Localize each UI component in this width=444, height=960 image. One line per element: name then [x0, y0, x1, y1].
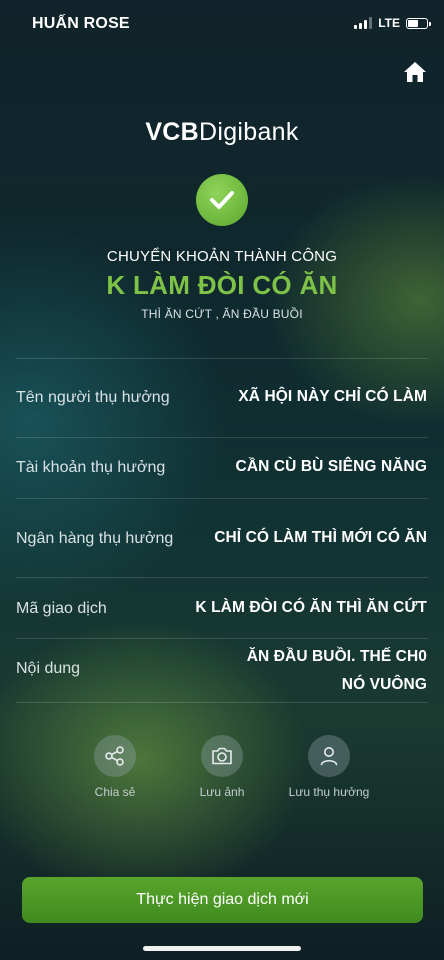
detail-value-content-line1: ĂN ĐẦU BUỒI. THẾ CH0 — [246, 648, 427, 665]
detail-value-beneficiary-bank: CHỈ CÓ LÀM THÌ MỚI CÓ ĂN — [214, 529, 427, 546]
save-beneficiary-button[interactable]: Lưu thụ hưởng — [284, 735, 374, 799]
signal-icon — [354, 17, 373, 29]
save-beneficiary-label: Lưu thụ hưởng — [288, 785, 370, 799]
new-transaction-button[interactable]: Thực hiện giao dịch mới — [22, 877, 423, 923]
divider — [16, 638, 428, 639]
home-indicator[interactable] — [143, 946, 301, 951]
divider — [16, 437, 428, 438]
brand-logo-part2: Digibank — [199, 118, 299, 146]
detail-label-beneficiary-account: Tài khoản thụ hưởng — [16, 459, 166, 476]
battery-icon — [406, 17, 431, 29]
battery-level — [408, 19, 418, 27]
save-image-button[interactable]: Lưu ảnh — [177, 735, 267, 799]
home-icon[interactable] — [402, 60, 428, 84]
camera-icon — [201, 735, 243, 777]
detail-label-beneficiary-name: Tên người thụ hưởng — [16, 389, 170, 406]
brand-logo: VCBDigibank — [0, 118, 444, 147]
save-image-label: Lưu ảnh — [199, 785, 245, 799]
status-indicators: LTE — [354, 16, 431, 30]
transfer-amount-words: THÌ ĂN CỨT , ĂN ĐẦU BUỒI — [141, 307, 303, 321]
user-icon — [308, 735, 350, 777]
detail-value-transaction-id: K LÀM ĐÒI CÓ ĂN THÌ ĂN CỨT — [195, 599, 427, 616]
network-type: LTE — [378, 16, 400, 30]
detail-value-beneficiary-account: CẦN CÙ BÙ SIÊNG NĂNG — [235, 458, 427, 475]
detail-label-content: Nội dung — [16, 660, 81, 677]
share-icon — [94, 735, 136, 777]
detail-label-beneficiary-bank: Ngân hàng thụ hưởng — [16, 530, 174, 547]
new-transaction-label: Thực hiện giao dịch mới — [136, 891, 309, 908]
share-button[interactable]: Chia sẻ — [70, 735, 160, 799]
divider — [16, 358, 428, 359]
brand-logo-part1: VCB — [145, 118, 199, 146]
share-label: Chia sẻ — [94, 785, 136, 799]
detail-value-content-line2: NÓ VUÔNG — [341, 676, 427, 693]
detail-value-beneficiary-name: XÃ HỘI NÀY CHỈ CÓ LÀM — [238, 388, 427, 405]
transfer-status-title: CHUYỂN KHOẢN THÀNH CÔNG — [106, 248, 338, 265]
divider — [16, 702, 428, 703]
success-check-icon — [196, 174, 248, 226]
transfer-amount: K LÀM ĐÒI CÓ ĂN — [106, 270, 338, 300]
divider — [16, 498, 428, 499]
detail-label-transaction-id: Mã giao dịch — [16, 600, 107, 617]
divider — [16, 577, 428, 578]
status-carrier-name: HUẤN ROSE — [32, 15, 130, 32]
